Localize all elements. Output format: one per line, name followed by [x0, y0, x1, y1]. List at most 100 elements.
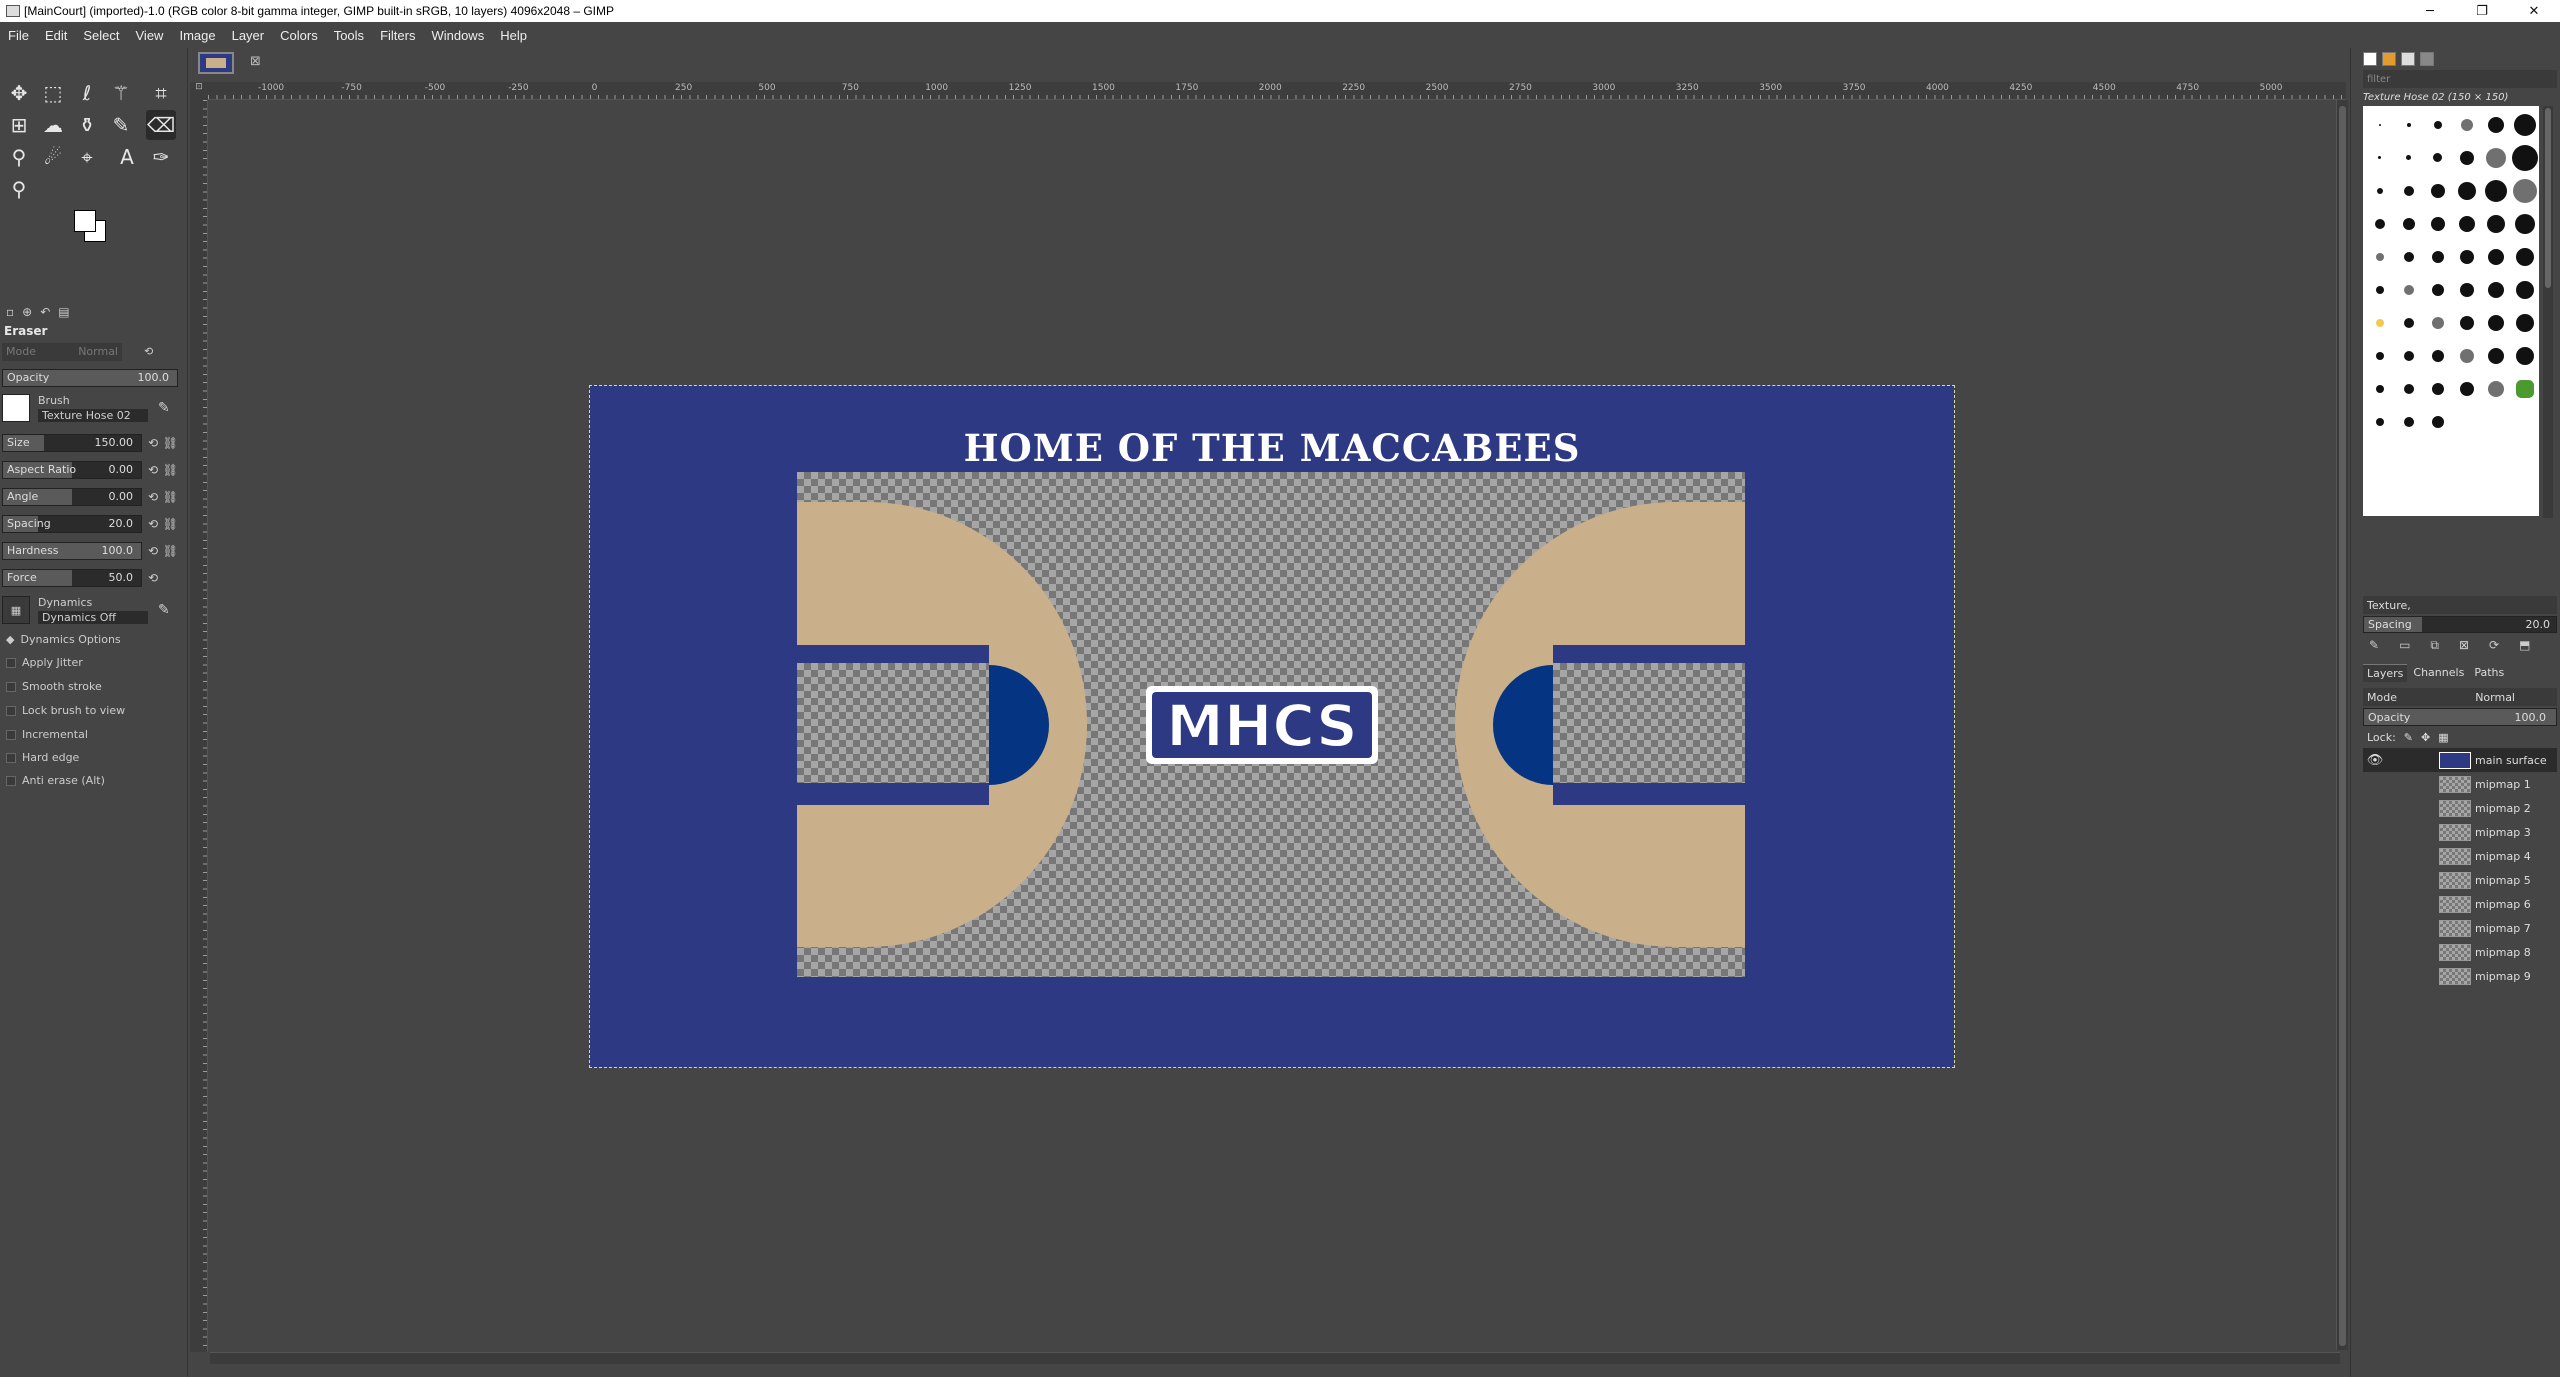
brush-thumbnail[interactable]	[2394, 339, 2423, 372]
brush-thumbnail[interactable]	[2365, 306, 2394, 339]
anti-erase-checkbox[interactable]: Anti erase (Alt)	[6, 774, 105, 787]
menu-view[interactable]: View	[128, 28, 172, 43]
brush-preview[interactable]	[2, 394, 30, 422]
hardness-slider[interactable]: Hardness 100.0	[2, 541, 142, 560]
zoom-tool-icon[interactable]: ⚲	[4, 174, 34, 204]
vertical-ruler[interactable]	[190, 100, 208, 1352]
layer-item[interactable]: mipmap 7	[2363, 916, 2557, 940]
brush-thumbnail[interactable]	[2452, 240, 2481, 273]
mode-select[interactable]: Mode Normal	[2, 342, 122, 361]
brush-thumbnail[interactable]	[2510, 108, 2539, 141]
paths-tool-icon[interactable]: ⌖	[72, 142, 102, 172]
brush-thumbnail[interactable]	[2510, 273, 2539, 306]
eraser-tool-icon[interactable]: ⌫	[146, 110, 176, 140]
delete-brush-icon[interactable]: ⊠	[2459, 638, 2469, 653]
minimize-button[interactable]: ─	[2404, 0, 2456, 22]
rect-select-tool-icon[interactable]: ⬚	[38, 78, 68, 108]
dynamics-name-field[interactable]: Dynamics Off	[38, 611, 148, 624]
brush-thumbnail[interactable]	[2481, 207, 2510, 240]
edit-brush-icon[interactable]: ✎	[158, 400, 170, 416]
mode-reset-icon[interactable]: ⟲	[144, 345, 153, 358]
brush-thumbnail[interactable]	[2481, 174, 2510, 207]
brush-thumbnail[interactable]	[2481, 240, 2510, 273]
brush-thumbnail[interactable]	[2510, 240, 2539, 273]
brush-thumbnail[interactable]	[2394, 207, 2423, 240]
force-reset-icon[interactable]: ⟲	[148, 571, 158, 585]
menu-edit[interactable]: Edit	[37, 28, 75, 43]
canvas-image[interactable]: HOME OF THE MACCABEES MHCS	[589, 385, 1955, 1068]
brush-filter-input[interactable]: filter	[2363, 70, 2557, 88]
duplicate-brush-icon[interactable]: ⧉	[2430, 638, 2439, 653]
brush-thumbnail[interactable]	[2423, 372, 2452, 405]
aspect-link-icon[interactable]: ⛓	[163, 463, 178, 477]
unified-transform-tool-icon[interactable]: ⊞	[4, 110, 34, 140]
brush-thumbnail[interactable]	[2452, 306, 2481, 339]
fg-bg-color-swatch[interactable]	[70, 206, 114, 246]
brush-name-field[interactable]: Texture Hose 02	[38, 409, 148, 422]
warp-transform-tool-icon[interactable]: ☁	[38, 110, 68, 140]
brush-thumbnail[interactable]	[2510, 207, 2539, 240]
layer-item[interactable]: mipmap 2	[2363, 796, 2557, 820]
images-tab-icon[interactable]: ▤	[58, 305, 69, 319]
brush-thumbnail[interactable]	[2423, 339, 2452, 372]
smudge-tool-icon[interactable]: ☄	[38, 142, 68, 172]
text-tool-icon[interactable]: A	[112, 142, 142, 172]
horizontal-ruler[interactable]: -1000 -750 -500 -250 0 250 500 750 1000 1250 1500 1…	[208, 82, 2346, 100]
image-tab-thumbnail[interactable]	[198, 52, 234, 74]
layer-mode-select[interactable]: Mode Normal	[2363, 688, 2557, 706]
brush-thumbnail[interactable]	[2365, 108, 2394, 141]
patterns-tab-icon[interactable]	[2382, 52, 2396, 66]
brush-thumbnail[interactable]	[2394, 405, 2423, 438]
brush-thumbnail[interactable]	[2365, 339, 2394, 372]
new-brush-icon[interactable]: ▭	[2399, 638, 2410, 653]
brush-grid[interactable]	[2363, 106, 2539, 516]
size-link-icon[interactable]: ⛓	[163, 436, 178, 450]
brush-thumbnail[interactable]	[2423, 306, 2452, 339]
brush-thumbnail[interactable]	[2365, 372, 2394, 405]
menu-image[interactable]: Image	[171, 28, 223, 43]
free-select-tool-icon[interactable]: ℓ	[72, 78, 102, 108]
menu-file[interactable]: File	[0, 28, 37, 43]
brush-thumbnail[interactable]	[2481, 273, 2510, 306]
brush-thumbnail[interactable]	[2481, 339, 2510, 372]
tool-options-tab-icon[interactable]: ▫	[6, 305, 14, 319]
brush-thumbnail[interactable]	[2394, 306, 2423, 339]
size-slider[interactable]: Size 150.00	[2, 433, 142, 452]
horizontal-scrollbar[interactable]	[210, 1352, 2340, 1364]
lock-brush-checkbox[interactable]: Lock brush to view	[6, 704, 125, 717]
maximize-button[interactable]: ❐	[2456, 0, 2508, 22]
menu-layer[interactable]: Layer	[224, 28, 273, 43]
brush-thumbnail[interactable]	[2423, 108, 2452, 141]
brush-grid-scrollbar[interactable]	[2543, 106, 2553, 518]
brush-spacing-slider[interactable]: Spacing 20.0	[2363, 616, 2557, 633]
menu-colors[interactable]: Colors	[272, 28, 326, 43]
menu-help[interactable]: Help	[492, 28, 535, 43]
brush-thumbnail[interactable]	[2394, 108, 2423, 141]
device-status-tab-icon[interactable]: ⊕	[22, 305, 32, 319]
brush-thumbnail[interactable]	[2481, 108, 2510, 141]
layer-item[interactable]: mipmap 3	[2363, 820, 2557, 844]
brush-thumbnail[interactable]	[2423, 273, 2452, 306]
tab-channels[interactable]: Channels	[2409, 664, 2468, 682]
bucket-fill-tool-icon[interactable]: ⚱	[72, 110, 102, 140]
apply-jitter-checkbox[interactable]: Apply Jitter	[6, 656, 83, 669]
hardness-link-icon[interactable]: ⛓	[163, 544, 178, 558]
brush-thumbnail[interactable]	[2452, 207, 2481, 240]
fuzzy-select-tool-icon[interactable]: ⚚	[106, 78, 136, 108]
visibility-eye-icon[interactable]: 👁	[2363, 753, 2387, 768]
layer-item[interactable]: 👁 main surface	[2363, 748, 2557, 772]
brush-thumbnail[interactable]	[2452, 174, 2481, 207]
close-button[interactable]: ✕	[2508, 0, 2560, 22]
foreground-color[interactable]	[74, 210, 96, 232]
crop-tool-icon[interactable]: ⌗	[146, 78, 176, 108]
aspect-reset-icon[interactable]: ⟲	[148, 463, 158, 477]
brush-thumbnail[interactable]	[2394, 273, 2423, 306]
layer-item[interactable]: mipmap 8	[2363, 940, 2557, 964]
brush-thumbnail[interactable]	[2481, 141, 2510, 174]
smooth-stroke-checkbox[interactable]: Smooth stroke	[6, 680, 102, 693]
angle-reset-icon[interactable]: ⟲	[148, 490, 158, 504]
brush-thumbnail[interactable]	[2452, 141, 2481, 174]
brush-thumbnail[interactable]	[2423, 405, 2452, 438]
layer-item[interactable]: mipmap 1	[2363, 772, 2557, 796]
brush-thumbnail[interactable]	[2365, 405, 2394, 438]
